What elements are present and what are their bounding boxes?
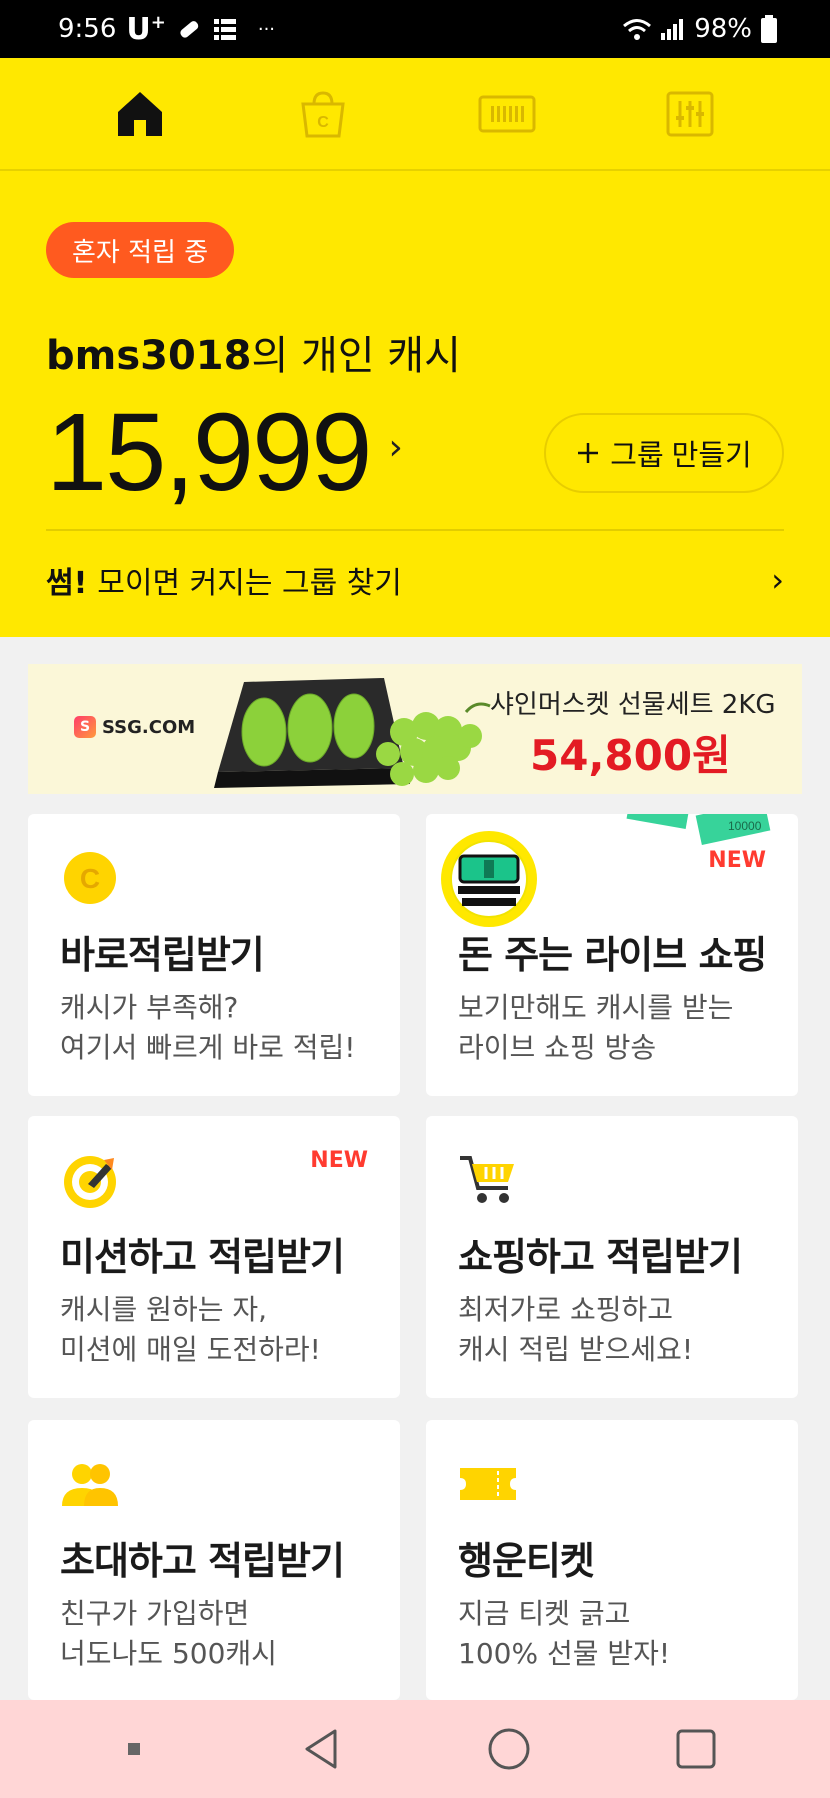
recent-dot-button[interactable] xyxy=(94,1709,174,1789)
card-instant-reward[interactable]: C 바로적립받기 캐시가 부족해? 여기서 빠르게 바로 적립! xyxy=(28,814,400,1096)
square-icon xyxy=(676,1729,716,1769)
card-title: 쇼핑하고 적립받기 xyxy=(458,1235,743,1279)
find-group-logo: 썸! xyxy=(46,566,88,601)
home-circle-icon xyxy=(488,1728,530,1770)
shopping-cart-icon xyxy=(460,1156,514,1203)
find-group-label: 모이면 커지는 그룹 찾기 xyxy=(97,566,402,601)
create-group-label: 그룹 만들기 xyxy=(610,440,752,472)
settings-sliders-icon xyxy=(666,91,714,136)
ssg-logo: S SSG.COM xyxy=(74,716,195,738)
card-mission-reward[interactable]: NEW 미션하고 적립받기 캐시를 원하는 자, 미션에 매일 도전하라! xyxy=(28,1116,400,1398)
cash-amount-link[interactable]: 15,999 › xyxy=(46,389,403,516)
users-icon xyxy=(62,1464,118,1506)
promo-banner[interactable]: S SSG.COM 샤인머스켓 선물세트 2KG 54,800원 xyxy=(28,664,802,794)
chevron-right-icon: › xyxy=(771,561,784,599)
card-title: 초대하고 적립받기 xyxy=(60,1539,345,1583)
coin-icon: C xyxy=(64,852,116,904)
barcode-icon xyxy=(478,95,536,132)
home-icon xyxy=(117,91,162,136)
card-invite-reward[interactable]: 초대하고 적립받기 친구가 가입하면 너도나도 500캐시 xyxy=(28,1420,400,1700)
money-bills-icon: 10000 xyxy=(626,814,771,845)
create-group-button[interactable]: 그룹 만들기 xyxy=(544,413,784,493)
find-group-link[interactable]: 썸! 모이면 커지는 그룹 찾기 › xyxy=(46,555,784,605)
wifi-icon xyxy=(623,19,652,40)
card-desc: 최저가로 쇼핑하고 캐시 적립 받으세요! xyxy=(458,1293,694,1366)
home-button[interactable] xyxy=(469,1709,549,1789)
cash-summary: 혼자 적립 중 bms3018의 개인 캐시 15,999 › 그룹 만들기 썸… xyxy=(0,171,830,637)
tab-shop[interactable]: C xyxy=(278,69,368,159)
card-lucky-ticket[interactable]: 행운티켓 지금 티켓 긁고 100% 선물 받자! xyxy=(426,1420,798,1700)
card-desc: 지금 티켓 긁고 100% 선물 받자! xyxy=(458,1597,671,1670)
back-triangle-icon xyxy=(305,1729,337,1769)
svg-text:C: C xyxy=(80,863,100,894)
card-title: 돈 주는 라이브 쇼핑 xyxy=(458,933,767,977)
bandage-icon xyxy=(180,21,199,38)
grape-gift-box-image xyxy=(214,678,491,788)
more-notifications-icon: ··· xyxy=(257,18,276,40)
shopping-bag-icon: C xyxy=(301,90,345,137)
list-icon xyxy=(213,19,236,40)
cash-amount: 15,999 xyxy=(46,391,372,514)
card-live-shopping[interactable]: 10000 NEW 돈 주는 라이브 쇼핑 보기만해도 캐시를 받는 라이브 쇼핑… xyxy=(426,814,798,1096)
system-navigation-bar xyxy=(0,1700,830,1798)
ticket-icon xyxy=(460,1468,516,1500)
battery-percent: 98% xyxy=(694,14,752,44)
card-title: 행운티켓 xyxy=(458,1539,595,1583)
signal-icon xyxy=(661,19,684,40)
tab-settings[interactable] xyxy=(645,69,735,159)
back-button[interactable] xyxy=(281,1709,361,1789)
status-badge: 혼자 적립 중 xyxy=(46,222,235,278)
battery-icon xyxy=(761,15,777,43)
status-bar: 9:56 U+ ··· 98% xyxy=(0,0,830,58)
card-title: 바로적립받기 xyxy=(60,933,265,977)
tab-home[interactable] xyxy=(95,69,185,159)
new-badge: NEW xyxy=(310,1148,368,1173)
cash-owner-title: bms3018의 개인 캐시 xyxy=(46,333,461,379)
dot-icon xyxy=(127,1743,140,1755)
card-desc: 캐시를 원하는 자, 미션에 매일 도전하라! xyxy=(60,1293,321,1366)
card-shopping-reward[interactable]: 쇼핑하고 적립받기 최저가로 쇼핑하고 캐시 적립 받으세요! xyxy=(426,1116,798,1398)
target-icon xyxy=(64,1156,116,1208)
card-desc: 보기만해도 캐시를 받는 라이브 쇼핑 방송 xyxy=(458,991,734,1064)
svg-text:C: C xyxy=(317,114,329,131)
overview-button[interactable] xyxy=(656,1709,736,1789)
ssg-logo-icon: S xyxy=(74,716,96,738)
divider xyxy=(46,529,784,531)
tab-barcode[interactable] xyxy=(462,69,552,159)
svg-text:10000: 10000 xyxy=(728,819,762,833)
card-title: 미션하고 적립받기 xyxy=(60,1235,345,1279)
carrier-label: U+ xyxy=(126,11,166,47)
chevron-right-icon: › xyxy=(388,427,403,468)
plus-icon xyxy=(578,443,599,463)
new-badge: NEW xyxy=(708,848,766,873)
top-tab-bar: C xyxy=(0,58,830,171)
banner-price: 54,800원 xyxy=(530,731,731,780)
banner-title: 샤인머스켓 선물세트 2KG xyxy=(490,690,776,720)
live-money-icon xyxy=(441,831,537,927)
card-desc: 캐시가 부족해? 여기서 빠르게 바로 적립! xyxy=(60,991,356,1064)
card-desc: 친구가 가입하면 너도나도 500캐시 xyxy=(60,1597,277,1670)
status-time: 9:56 xyxy=(58,14,117,44)
